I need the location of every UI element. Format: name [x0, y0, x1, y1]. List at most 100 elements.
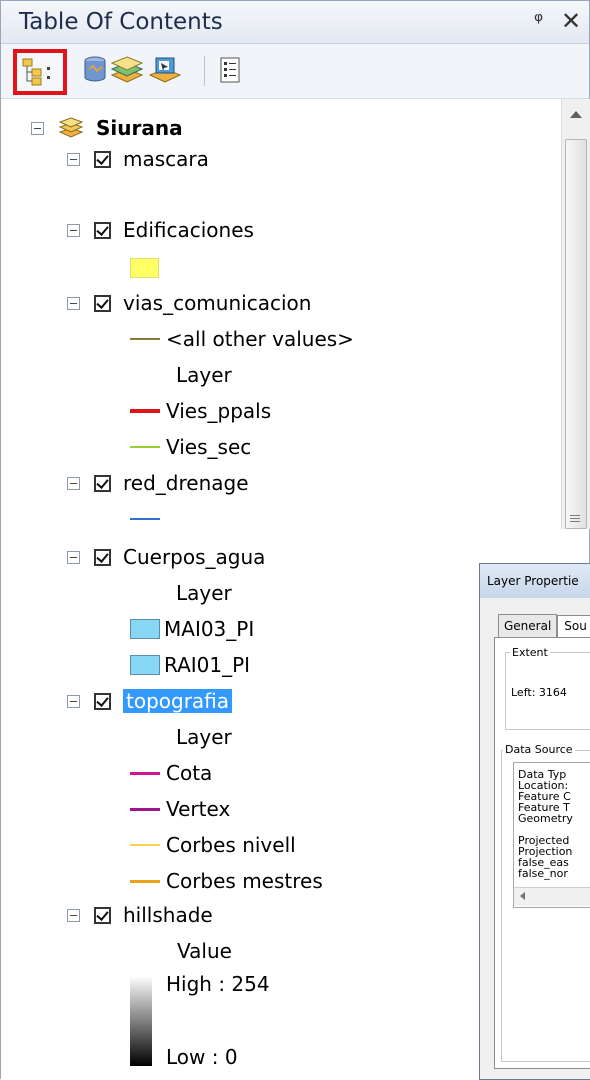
list-by-visibility-button[interactable]	[109, 52, 145, 88]
layer-name[interactable]: red_drenage	[123, 471, 249, 495]
collapse-icon[interactable]	[31, 121, 44, 135]
line-symbol	[130, 338, 160, 340]
fill-symbol	[130, 619, 160, 639]
source-line: false_nor	[518, 867, 568, 880]
data-frame-layers-icon	[58, 117, 84, 138]
list-by-source-button[interactable]	[77, 52, 113, 88]
legend-heading: Layer	[176, 363, 232, 387]
layer-name[interactable]: mascara	[123, 147, 209, 171]
legend-item-corbes-mestres[interactable]: Corbes mestres	[130, 864, 323, 898]
layer-properties-dialog: Layer Propertie General Sou Extent Left: …	[479, 563, 590, 1080]
scrollbar-thumb[interactable]	[565, 139, 587, 529]
legend-item-cota[interactable]: Cota	[130, 756, 212, 790]
layer-name[interactable]: Edificaciones	[123, 218, 254, 242]
layer-name[interactable]: vias_comunicacion	[123, 291, 311, 315]
list-by-selection-icon	[148, 57, 182, 83]
legend-low-value: Low : 0	[166, 1040, 238, 1074]
visibility-checkbox[interactable]	[94, 692, 111, 710]
hillshade-color-ramp[interactable]	[130, 976, 152, 1066]
tab-general[interactable]: General	[498, 614, 558, 637]
visibility-checkbox[interactable]	[94, 294, 111, 312]
pin-icon[interactable]: ᵠ	[534, 9, 543, 34]
legend-heading-layer: Layer	[176, 358, 232, 392]
layer-mascara[interactable]: mascara	[67, 142, 209, 176]
layer-edificaciones[interactable]: Edificaciones	[67, 213, 254, 247]
edificaciones-symbol[interactable]	[130, 258, 159, 278]
tree-root-siurana[interactable]: Siurana	[31, 111, 183, 145]
collapse-icon[interactable]	[67, 476, 80, 490]
table-of-contents-window: Table Of Contents ᵠ ✕ Siurana mascara Ed…	[0, 0, 590, 1080]
legend-label: RAI01_PI	[164, 653, 251, 677]
legend-item-mai03-pi[interactable]: MAI03_PI	[130, 612, 254, 646]
scroll-up-arrow-icon[interactable]	[570, 111, 582, 118]
visibility-checkbox[interactable]	[94, 150, 111, 168]
legend-label: Corbes mestres	[166, 869, 323, 893]
line-symbol	[130, 879, 160, 883]
legend-heading: Layer	[176, 725, 232, 749]
list-by-source-icon	[84, 56, 106, 82]
toolbar-separator	[204, 56, 205, 86]
visibility-checkbox[interactable]	[94, 221, 111, 239]
close-icon[interactable]: ✕	[561, 7, 581, 35]
legend-label: Corbes nivell	[166, 833, 296, 857]
legend-label: Cota	[166, 761, 213, 785]
collapse-icon[interactable]	[67, 694, 80, 708]
legend-item-rai01-pi[interactable]: RAI01_PI	[130, 648, 250, 682]
legend-heading: Value	[177, 939, 232, 963]
legend-label: <all other values>	[166, 327, 354, 351]
legend-label: Vertex	[166, 797, 231, 821]
toc-toolbar	[1, 44, 589, 99]
horizontal-scrollbar[interactable]	[514, 887, 590, 906]
layer-topografia[interactable]: topografia	[67, 684, 233, 718]
legend-label: Vies_ppals	[166, 399, 272, 423]
legend-item-all-other-values[interactable]: <all other values>	[130, 322, 354, 356]
legend-item-vies-sec[interactable]: Vies_sec	[130, 430, 251, 464]
legend-heading: Layer	[176, 581, 232, 605]
scroll-left-arrow-icon[interactable]	[520, 892, 525, 900]
red-drenage-line-symbol[interactable]	[130, 518, 160, 520]
collapse-icon[interactable]	[67, 908, 80, 922]
layer-name[interactable]: Cuerpos_agua	[123, 545, 265, 569]
layer-cuerpos-agua[interactable]: Cuerpos_agua	[67, 540, 265, 574]
data-source-textbox[interactable]: Data Typ Location: Feature C Feature T G…	[513, 762, 590, 908]
legend-heading-layer: Layer	[176, 576, 232, 610]
extent-left-value: Left: 3164	[511, 686, 567, 699]
data-frame-name[interactable]: Siurana	[96, 116, 183, 140]
layer-hillshade[interactable]: hillshade	[67, 898, 213, 932]
options-icon	[220, 57, 240, 83]
data-source-label: Data Source	[503, 743, 575, 756]
collapse-icon[interactable]	[67, 223, 80, 237]
line-symbol	[130, 844, 160, 846]
legend-item-vies-ppals[interactable]: Vies_ppals	[130, 394, 271, 428]
layer-red-drenage[interactable]: red_drenage	[67, 466, 249, 500]
visibility-checkbox[interactable]	[94, 474, 111, 492]
layer-name-selected[interactable]: topografia	[123, 689, 233, 713]
line-symbol	[130, 446, 160, 448]
list-by-drawing-order-icon	[22, 58, 50, 86]
legend-heading-value: Value	[177, 934, 232, 968]
legend-heading-layer: Layer	[176, 720, 232, 754]
dialog-tabs: General Sou	[498, 614, 590, 639]
layer-vias-comunicacion[interactable]: vias_comunicacion	[67, 286, 311, 320]
layer-name[interactable]: hillshade	[123, 903, 213, 927]
visibility-checkbox[interactable]	[94, 548, 111, 566]
window-title: Table Of Contents	[19, 9, 223, 35]
vertical-scrollbar[interactable]	[561, 99, 590, 529]
collapse-icon[interactable]	[67, 550, 80, 564]
scrollbar-grip-icon	[570, 515, 580, 523]
visibility-checkbox[interactable]	[94, 906, 111, 924]
title-bar: Table Of Contents ᵠ ✕	[1, 1, 589, 44]
options-button[interactable]	[213, 52, 249, 88]
tab-source[interactable]: Sou	[557, 615, 590, 639]
line-symbol	[130, 771, 160, 775]
list-by-drawing-order-button[interactable]	[13, 49, 67, 95]
list-by-selection-button[interactable]	[147, 52, 183, 88]
line-symbol	[130, 409, 160, 413]
collapse-icon[interactable]	[67, 152, 80, 166]
legend-label: MAI03_PI	[164, 617, 255, 641]
collapse-icon[interactable]	[67, 296, 80, 310]
legend-item-vertex[interactable]: Vertex	[130, 792, 230, 826]
legend-label: Vies_sec	[166, 435, 252, 459]
legend-item-corbes-nivell[interactable]: Corbes nivell	[130, 828, 296, 862]
legend-label: Low : 0	[166, 1045, 238, 1069]
